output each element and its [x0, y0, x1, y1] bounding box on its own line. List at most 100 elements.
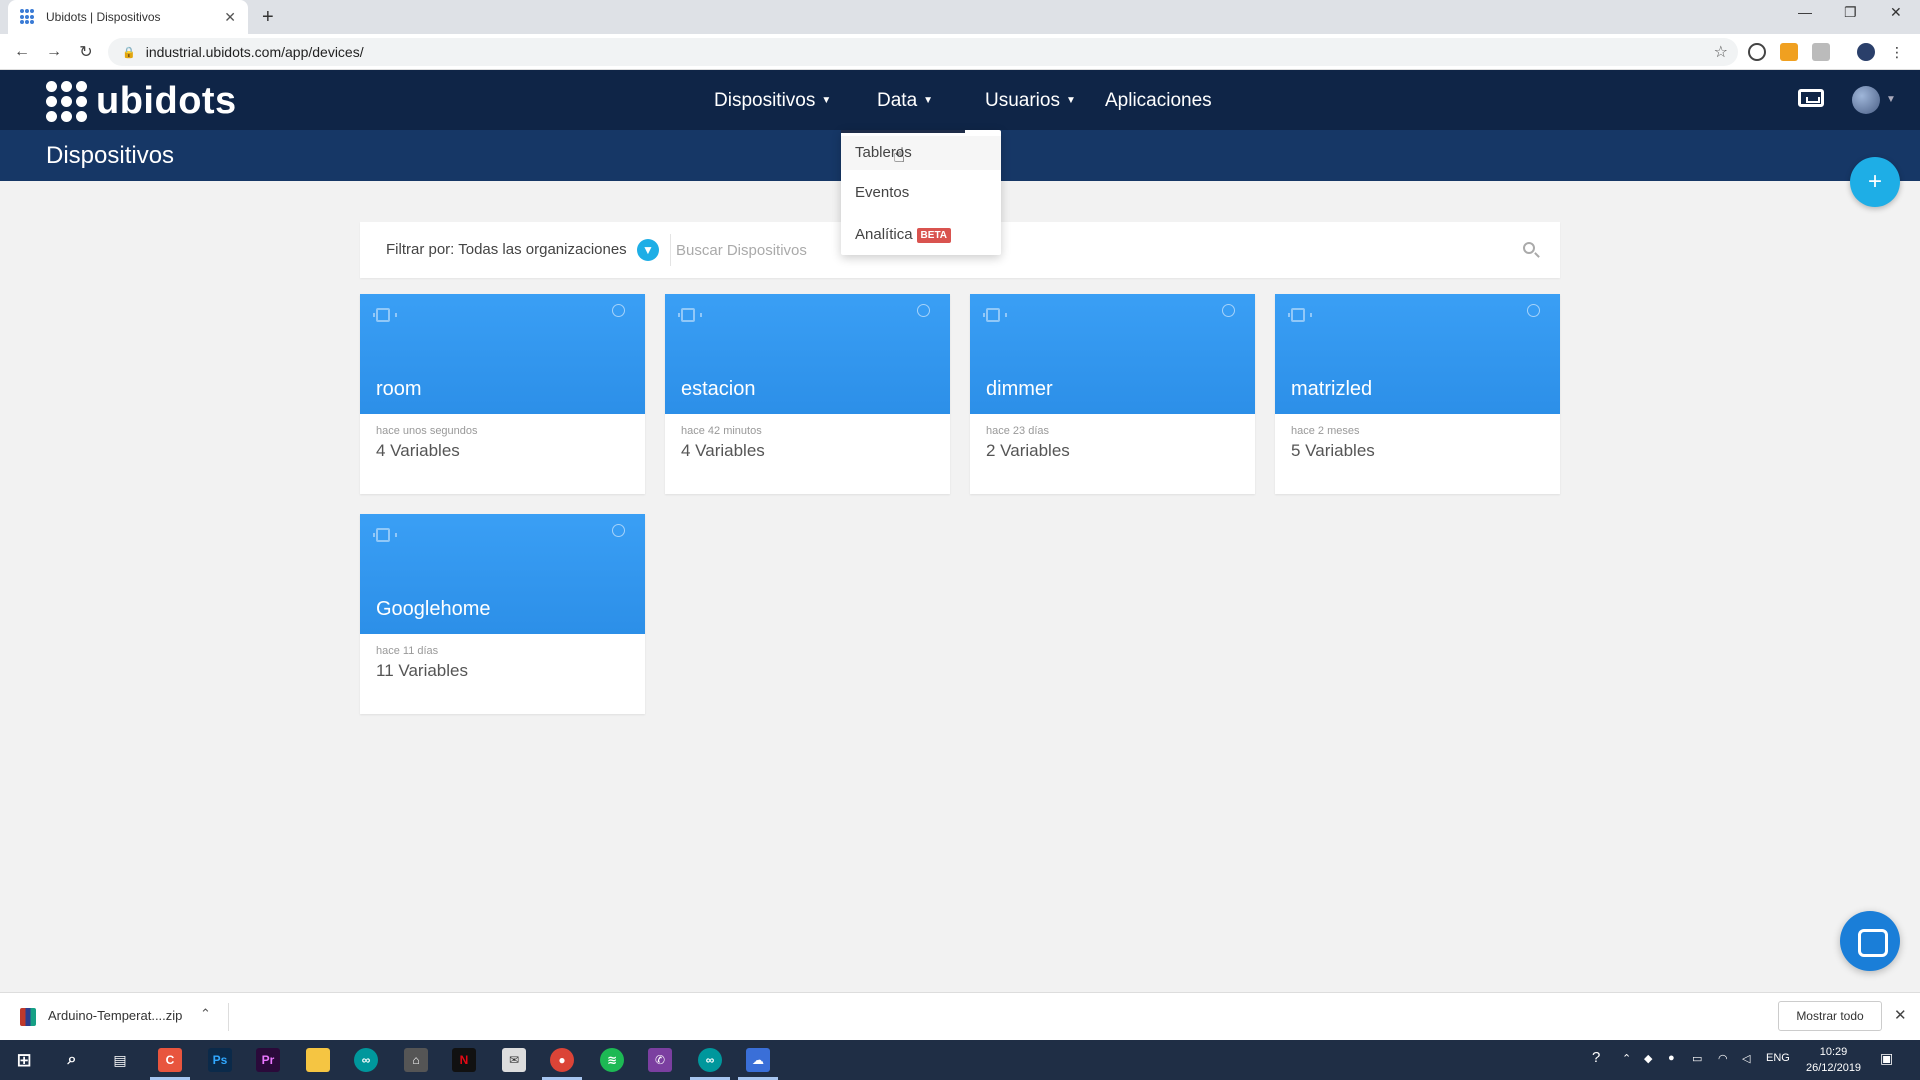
store-icon[interactable]: ⌂	[404, 1048, 428, 1072]
nav-usuarios[interactable]: Usuarios ▼	[985, 90, 1076, 112]
filter-label: Filtrar por: Todas las organizaciones	[386, 241, 627, 258]
bookmark-star-icon[interactable]: ☆	[1714, 42, 1728, 62]
device-last-activity: hace 2 meses	[1291, 425, 1360, 437]
close-shelf-icon[interactable]: ✕	[1894, 1006, 1907, 1024]
device-card-estacion[interactable]: estacion hace 42 minutos 4 Variables	[665, 294, 950, 494]
search-icon[interactable]	[1523, 242, 1535, 254]
add-device-button[interactable]: +	[1850, 157, 1900, 207]
url-text: industrial.ubidots.com/app/devices/	[145, 44, 364, 60]
chat-launcher-button[interactable]	[1840, 911, 1900, 971]
chrome-icon[interactable]: ●	[550, 1048, 574, 1072]
minimize-icon[interactable]: —	[1798, 4, 1812, 20]
file-explorer-icon[interactable]	[306, 1048, 330, 1072]
device-card-googlehome[interactable]: Googlehome hace 11 días 11 Variables	[360, 514, 645, 714]
avatar-chevron-down-icon[interactable]: ▼	[1886, 94, 1896, 105]
restore-icon[interactable]: ❐	[1844, 4, 1857, 21]
filter-divider	[670, 234, 671, 266]
app-navbar: ubidots Dispositivos ▼ Data ▼ Usuarios ▼ Ap…	[0, 70, 1920, 130]
new-tab-button[interactable]: +	[262, 6, 274, 29]
data-dropdown-menu: Tableros Eventos Analítica BETA	[841, 130, 1001, 255]
address-bar: ← → ↻ 🔒 industrial.ubidots.com/app/devic…	[0, 34, 1920, 70]
mail-icon[interactable]: ✉	[502, 1048, 526, 1072]
device-name: dimmer	[986, 378, 1053, 400]
photoshop-icon[interactable]: Ps	[208, 1048, 232, 1072]
device-card-header: matrizled	[1275, 294, 1560, 414]
select-device-checkbox[interactable]	[917, 304, 930, 317]
block-extension-icon[interactable]	[1748, 43, 1766, 61]
device-card-dimmer[interactable]: dimmer hace 23 días 2 Variables	[970, 294, 1255, 494]
nav-aplicaciones[interactable]: Aplicaciones	[1105, 90, 1212, 112]
nav-dispositivos[interactable]: Dispositivos ▼	[714, 90, 831, 112]
nav-data[interactable]: Data ▼	[877, 90, 933, 112]
select-device-checkbox[interactable]	[612, 524, 625, 537]
premiere-icon[interactable]: Pr	[256, 1048, 280, 1072]
app-icon[interactable]: C	[158, 1048, 182, 1072]
arduino-icon[interactable]: ∞	[698, 1048, 722, 1072]
device-name: room	[376, 378, 422, 400]
device-name: estacion	[681, 378, 756, 400]
windows-start-icon[interactable]: ⊞	[12, 1048, 36, 1072]
tab-close-icon[interactable]: ✕	[224, 9, 236, 26]
device-last-activity: hace 42 minutos	[681, 425, 762, 437]
clock-date: 26/12/2019	[1806, 1062, 1862, 1074]
beta-badge: BETA	[916, 227, 952, 243]
search-input[interactable]	[676, 236, 1516, 264]
cast-extension-icon[interactable]	[1812, 43, 1830, 61]
window-close-icon[interactable]: ✕	[1890, 4, 1902, 21]
menu-item-eventos[interactable]: Eventos	[855, 184, 909, 201]
device-name: Googlehome	[376, 598, 491, 620]
netflix-icon[interactable]: N	[452, 1048, 476, 1072]
help-icon[interactable]: ?	[1592, 1049, 1600, 1066]
device-card-header: Googlehome	[360, 514, 645, 634]
device-variable-count: 11 Variables	[376, 661, 468, 680]
device-chip-icon	[1288, 308, 1312, 322]
tray-chevron-up-icon[interactable]: ⌃	[1622, 1052, 1631, 1065]
chevron-down-icon: ▼	[923, 95, 934, 107]
device-card-room[interactable]: room hace unos segundos 4 Variables	[360, 294, 645, 494]
wifi-icon[interactable]: ◠	[1718, 1052, 1728, 1065]
device-variable-count: 2 Variables	[986, 441, 1070, 460]
browser-tab[interactable]: Ubidots | Dispositivos ✕	[8, 0, 248, 34]
inbox-icon[interactable]	[1798, 89, 1824, 107]
device-card-matrizled[interactable]: matrizled hace 2 meses 5 Variables	[1275, 294, 1560, 494]
filter-dropdown-icon[interactable]: ▼	[637, 239, 659, 261]
task-view-icon[interactable]: ▤	[108, 1048, 132, 1072]
back-icon[interactable]: ←	[6, 43, 38, 61]
extension-icon[interactable]	[1780, 43, 1798, 61]
volume-icon[interactable]: ◁	[1742, 1052, 1750, 1065]
shelf-divider	[228, 1003, 229, 1031]
device-chip-icon	[373, 528, 397, 542]
avatar[interactable]	[1852, 86, 1880, 114]
whatsapp-icon[interactable]: ✆	[648, 1048, 672, 1072]
profile-icon[interactable]	[1857, 43, 1875, 61]
clock[interactable]: 10:29 26/12/2019	[1806, 1044, 1861, 1076]
menu-item-analitica[interactable]: Analítica BETA	[855, 226, 952, 243]
select-device-checkbox[interactable]	[612, 304, 625, 317]
show-all-downloads-button[interactable]: Mostrar todo	[1778, 1001, 1882, 1031]
language-indicator[interactable]: ENG	[1766, 1052, 1790, 1064]
select-device-checkbox[interactable]	[1527, 304, 1540, 317]
device-variable-count: 4 Variables	[376, 441, 460, 460]
cloud-app-icon[interactable]: ☁	[746, 1048, 770, 1072]
download-file-name[interactable]: Arduino-Temperat....zip	[48, 1008, 182, 1023]
forward-icon[interactable]: →	[38, 43, 70, 61]
download-shelf: Arduino-Temperat....zip ⌃ Mostrar todo ✕	[0, 992, 1920, 1040]
ubidots-logo[interactable]: ubidots	[46, 80, 237, 123]
chevron-up-icon[interactable]: ⌃	[200, 1006, 211, 1022]
notifications-icon[interactable]: ▣	[1880, 1050, 1893, 1067]
reload-icon[interactable]: ↻	[70, 42, 102, 62]
logo-text: ubidots	[96, 80, 237, 122]
device-chip-icon	[983, 308, 1007, 322]
spotify-icon[interactable]: ≋	[600, 1048, 624, 1072]
device-last-activity: hace 11 días	[376, 645, 439, 657]
taskbar: ⊞ ⌕ ▤ C Ps Pr ∞ ⌂ N ✉ ● ≋ ✆ ∞ ☁ ? ⌃ ◆ ● …	[0, 1040, 1920, 1080]
dropbox-icon[interactable]: ◆	[1644, 1052, 1652, 1065]
search-taskbar-icon[interactable]: ⌕	[60, 1048, 84, 1072]
battery-icon[interactable]: ▭	[1692, 1052, 1702, 1065]
microphone-icon[interactable]: ●	[1668, 1052, 1675, 1064]
device-name: matrizled	[1291, 378, 1373, 400]
select-device-checkbox[interactable]	[1222, 304, 1235, 317]
arduino-icon[interactable]: ∞	[354, 1048, 378, 1072]
url-field[interactable]: 🔒 industrial.ubidots.com/app/devices/ ☆	[108, 38, 1738, 66]
browser-menu-icon[interactable]: ⋮	[1890, 43, 1904, 61]
